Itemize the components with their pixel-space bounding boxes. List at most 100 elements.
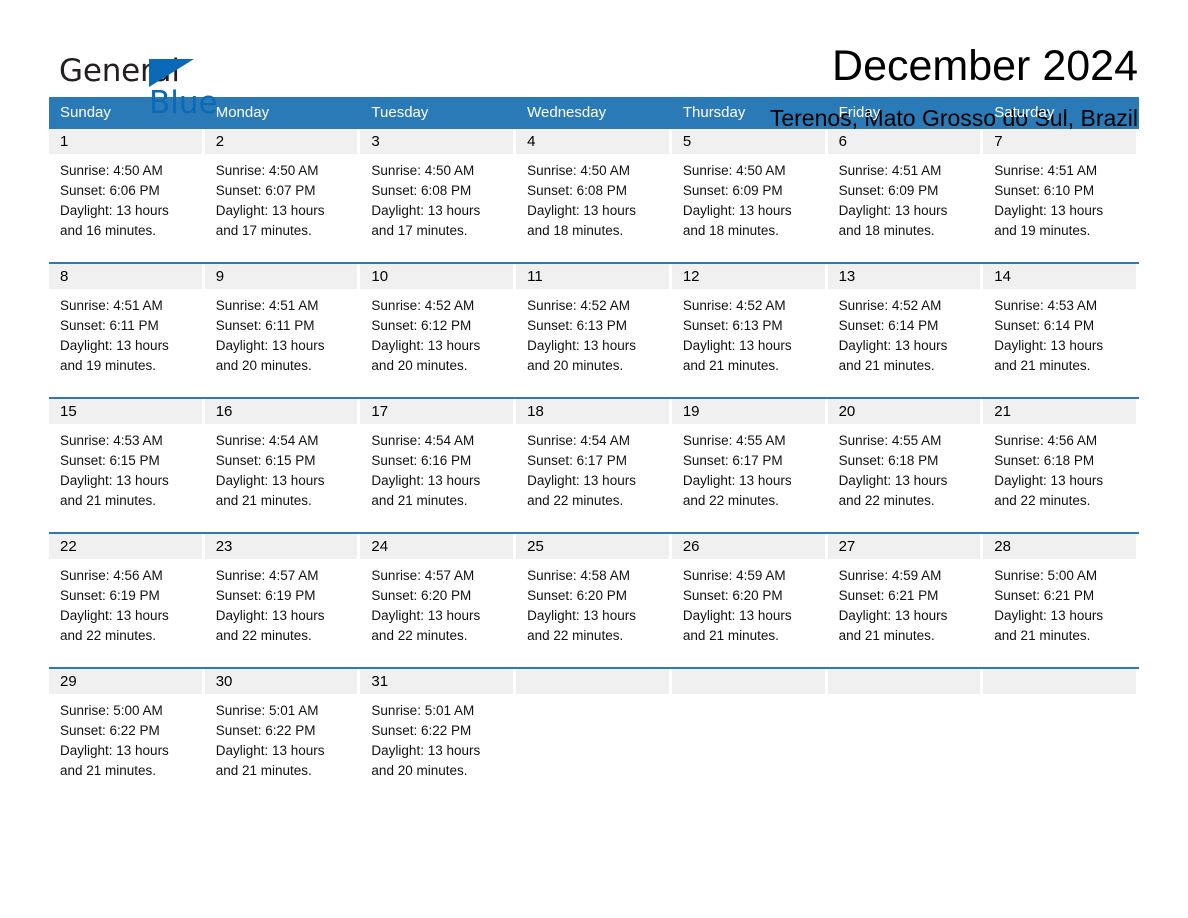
day-number-band: 7 [983, 129, 1136, 154]
calendar-day-cell[interactable]: 14 Sunrise: 4:53 AM Sunset: 6:14 PM Dayligh… [983, 264, 1139, 397]
calendar-day-cell[interactable]: 3 Sunrise: 4:50 AM Sunset: 6:08 PM Daylight… [360, 129, 516, 262]
calendar-day-cell[interactable]: 27 Sunrise: 4:59 AM Sunset: 6:21 PM Dayligh… [827, 534, 984, 667]
sunset-text: Sunset: 6:09 PM [838, 183, 939, 198]
day-number: 27 [838, 538, 856, 555]
daylight-text-line1: Daylight: 13 hours [682, 338, 792, 353]
day-number: 6 [838, 133, 847, 150]
day-number: 14 [994, 268, 1011, 285]
daylight-text-line1: Daylight: 13 hours [994, 338, 1104, 353]
sunset-text: Sunset: 6:20 PM [371, 588, 472, 603]
daylight-text-line2: and 18 minutes. [527, 223, 624, 238]
calendar-day-cell[interactable]: 12 Sunrise: 4:52 AM Sunset: 6:13 PM Dayligh… [671, 264, 828, 397]
calendar-day-cell[interactable]: 26 Sunrise: 4:59 AM Sunset: 6:20 PM Dayligh… [671, 534, 828, 667]
day-number: 26 [682, 538, 700, 555]
calendar-day-cell[interactable]: 16 Sunrise: 4:54 AM Sunset: 6:15 PM Dayligh… [204, 399, 361, 532]
sunset-text: Sunset: 6:10 PM [994, 183, 1095, 198]
daylight-text-line2: and 20 minutes. [215, 358, 312, 373]
daylight-text-line1: Daylight: 13 hours [215, 608, 325, 623]
calendar-day-cell[interactable]: 9 Sunrise: 4:51 AM Sunset: 6:11 PM Daylight… [204, 264, 361, 397]
day-details: Sunrise: 4:50 AM Sunset: 6:08 PM Daylight:… [360, 154, 516, 241]
daylight-text-line1: Daylight: 13 hours [215, 743, 325, 758]
daylight-text-line1: Daylight: 13 hours [60, 473, 169, 488]
day-details: Sunrise: 4:53 AM Sunset: 6:14 PM Daylight:… [983, 289, 1139, 376]
calendar-day-cell[interactable]: 10 Sunrise: 4:52 AM Sunset: 6:12 PM Dayligh… [360, 264, 516, 397]
day-number-band [983, 669, 1136, 694]
calendar-day-cell[interactable]: 28 Sunrise: 5:00 AM Sunset: 6:21 PM Dayligh… [983, 534, 1139, 667]
day-number-band: 27 [827, 534, 981, 559]
daylight-text-line1: Daylight: 13 hours [371, 743, 481, 758]
calendar-day-cell[interactable]: 6 Sunrise: 4:51 AM Sunset: 6:09 PM Daylight… [827, 129, 984, 262]
calendar-day-cell[interactable]: 18 Sunrise: 4:54 AM Sunset: 6:17 PM Dayligh… [516, 399, 672, 532]
sunset-text: Sunset: 6:19 PM [60, 588, 160, 603]
calendar-day-cell[interactable]: 31 Sunrise: 5:01 AM Sunset: 6:22 PM Dayligh… [360, 669, 516, 802]
calendar-day-cell[interactable]: 23 Sunrise: 4:57 AM Sunset: 6:19 PM Dayligh… [204, 534, 361, 667]
sunrise-text: Sunrise: 5:00 AM [60, 703, 163, 718]
sunrise-text: Sunrise: 4:57 AM [215, 568, 319, 583]
weekday-header-tuesday: Tuesday [371, 104, 429, 121]
generalblue-logo[interactable]: General Blue [49, 44, 249, 119]
calendar-day-cell[interactable]: 24 Sunrise: 4:57 AM Sunset: 6:20 PM Dayligh… [360, 534, 516, 667]
daylight-text-line1: Daylight: 13 hours [215, 203, 325, 218]
day-number-band: 19 [671, 399, 825, 424]
calendar-day-cell[interactable]: 17 Sunrise: 4:54 AM Sunset: 6:16 PM Dayligh… [360, 399, 516, 532]
calendar-table: Sunday Monday Tuesday Wednesday Thursday Frid… [49, 97, 1139, 802]
day-number: 5 [682, 133, 692, 150]
calendar-day-cell[interactable]: 21 Sunrise: 4:56 AM Sunset: 6:18 PM Dayligh… [983, 399, 1139, 532]
day-number: 11 [527, 268, 543, 285]
calendar-day-cell[interactable]: 7 Sunrise: 4:51 AM Sunset: 6:10 PM Daylight… [983, 129, 1139, 262]
calendar-day-cell[interactable]: 30 Sunrise: 5:01 AM Sunset: 6:22 PM Dayligh… [204, 669, 361, 802]
day-details: Sunrise: 4:53 AM Sunset: 6:15 PM Daylight:… [49, 424, 205, 511]
sunset-text: Sunset: 6:22 PM [60, 723, 160, 738]
day-number-band: 13 [827, 264, 981, 289]
day-number: 13 [838, 268, 856, 285]
daylight-text-line1: Daylight: 13 hours [371, 203, 481, 218]
daylight-text-line2: and 21 minutes. [682, 358, 779, 373]
day-number-band: 2 [204, 129, 358, 154]
calendar-day-cell[interactable]: 25 Sunrise: 4:58 AM Sunset: 6:20 PM Dayligh… [516, 534, 672, 667]
sunrise-text: Sunrise: 4:50 AM [527, 163, 630, 178]
daylight-text-line1: Daylight: 13 hours [682, 203, 792, 218]
daylight-text-line2: and 22 minutes. [838, 493, 935, 508]
calendar-day-cell[interactable]: 11 Sunrise: 4:52 AM Sunset: 6:13 PM Dayligh… [516, 264, 672, 397]
sunrise-text: Sunrise: 4:51 AM [60, 298, 163, 313]
calendar-day-cell[interactable]: 5 Sunrise: 4:50 AM Sunset: 6:09 PM Daylight… [671, 129, 828, 262]
calendar-day-cell[interactable]: 1 Sunrise: 4:50 AM Sunset: 6:06 PM Daylight… [49, 129, 205, 262]
daylight-text-line2: and 21 minutes. [838, 628, 935, 643]
calendar-day-cell-empty [827, 669, 984, 802]
day-number: 19 [682, 403, 700, 420]
daylight-text-line1: Daylight: 13 hours [371, 338, 481, 353]
daylight-text-line1: Daylight: 13 hours [838, 203, 948, 218]
day-number-band: 15 [49, 399, 202, 424]
calendar-day-cell[interactable]: 22 Sunrise: 4:56 AM Sunset: 6:19 PM Dayligh… [49, 534, 205, 667]
sunset-text: Sunset: 6:06 PM [60, 183, 160, 198]
sunrise-text: Sunrise: 4:51 AM [994, 163, 1098, 178]
sunrise-text: Sunrise: 4:54 AM [215, 433, 319, 448]
daylight-text-line2: and 17 minutes. [215, 223, 312, 238]
daylight-text-line1: Daylight: 13 hours [682, 473, 792, 488]
calendar-day-cell[interactable]: 29 Sunrise: 5:00 AM Sunset: 6:22 PM Dayligh… [49, 669, 205, 802]
calendar-day-cell[interactable]: 15 Sunrise: 4:53 AM Sunset: 6:15 PM Dayligh… [49, 399, 205, 532]
calendar-day-cell[interactable]: 2 Sunrise: 4:50 AM Sunset: 6:07 PM Daylight… [204, 129, 361, 262]
day-number-band [516, 669, 669, 694]
daylight-text-line2: and 17 minutes. [371, 223, 468, 238]
day-number-band: 4 [516, 129, 669, 154]
calendar-day-cell[interactable]: 13 Sunrise: 4:52 AM Sunset: 6:14 PM Dayligh… [827, 264, 984, 397]
daylight-text-line1: Daylight: 13 hours [527, 473, 636, 488]
calendar-day-cell[interactable]: 20 Sunrise: 4:55 AM Sunset: 6:18 PM Dayligh… [827, 399, 984, 532]
calendar-day-cell-empty [516, 669, 672, 802]
sunrise-text: Sunrise: 4:55 AM [838, 433, 942, 448]
daylight-text-line1: Daylight: 13 hours [527, 203, 636, 218]
calendar-day-cell-empty [983, 669, 1139, 802]
day-number: 8 [60, 268, 69, 285]
day-number-band: 10 [360, 264, 514, 289]
calendar-day-cell[interactable]: 19 Sunrise: 4:55 AM Sunset: 6:17 PM Dayligh… [671, 399, 828, 532]
day-number-band: 23 [204, 534, 358, 559]
daylight-text-line2: and 22 minutes. [215, 628, 312, 643]
calendar-day-cell[interactable]: 8 Sunrise: 4:51 AM Sunset: 6:11 PM Daylight… [49, 264, 205, 397]
day-number-band: 29 [49, 669, 202, 694]
calendar-day-cell[interactable]: 4 Sunrise: 4:50 AM Sunset: 6:08 PM Daylight… [516, 129, 672, 262]
day-number-band: 21 [983, 399, 1136, 424]
day-details: Sunrise: 4:50 AM Sunset: 6:06 PM Daylight:… [49, 154, 205, 241]
day-number-band: 16 [204, 399, 358, 424]
sunset-text: Sunset: 6:17 PM [682, 453, 783, 468]
